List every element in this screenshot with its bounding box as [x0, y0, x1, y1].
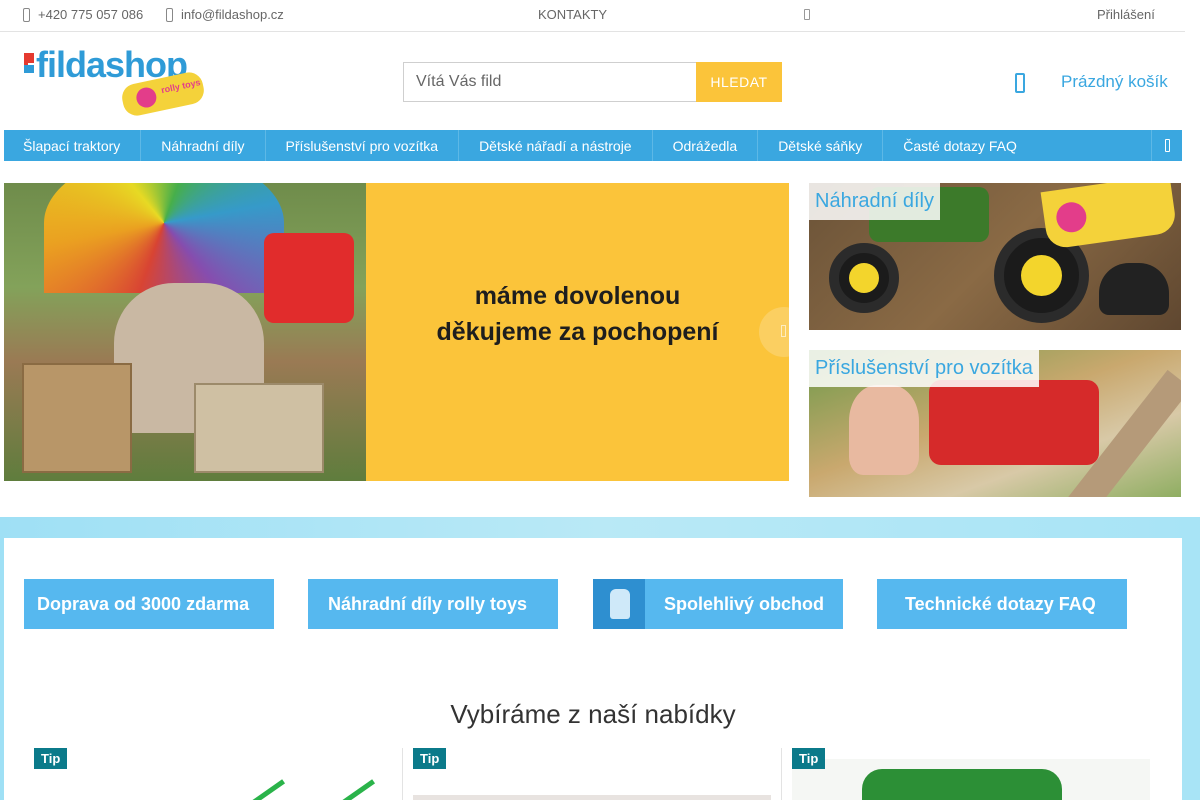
benefit-faq[interactable]: Technické dotazy FAQ — [877, 579, 1127, 629]
phone-icon — [23, 7, 30, 22]
product-card[interactable]: Tip — [402, 748, 781, 800]
product-card[interactable]: Tip — [781, 748, 1160, 800]
tip-badge: Tip — [792, 748, 826, 769]
envelope-icon — [166, 7, 173, 22]
nav-item-nahradni-dily[interactable]: Náhradní díly — [141, 130, 266, 161]
benefit-spare-parts[interactable]: Náhradní díly rolly toys — [308, 579, 558, 629]
side-banner-label[interactable]: Příslušenství pro vozítka — [809, 350, 1039, 387]
nav-item-detske-naradi[interactable]: Dětské nářadí a nástroje — [459, 130, 653, 161]
contacts-link[interactable]: KONTAKTY — [538, 7, 607, 22]
benefit-free-shipping[interactable]: Doprava od 3000 zdarma — [24, 579, 274, 629]
search-icon — [1164, 139, 1170, 152]
site-logo[interactable]: fildashop rolly toys — [24, 44, 209, 119]
main-navigation: Šlapací traktory Náhradní díly Příslušen… — [4, 130, 1182, 161]
search-input[interactable] — [403, 62, 697, 102]
email-address[interactable]: info@fildashop.cz — [181, 7, 284, 22]
thumbs-up-icon — [593, 579, 645, 629]
benefits-section: Doprava od 3000 zdarma Náhradní díly rol… — [0, 517, 1200, 800]
product-image[interactable] — [214, 776, 376, 800]
globe-icon[interactable] — [804, 9, 810, 20]
product-image[interactable] — [413, 795, 771, 800]
chevron-right-icon — [781, 325, 786, 337]
hero-message: máme dovolenou děkujeme za pochopení — [366, 278, 789, 350]
nav-item-odrazedla[interactable]: Odrážedla — [653, 130, 759, 161]
tip-badge: Tip — [413, 748, 447, 769]
nav-item-faq[interactable]: Časté dotazy FAQ — [883, 130, 1037, 161]
slider-next-button[interactable] — [759, 307, 809, 357]
email-contact[interactable]: info@fildashop.cz — [166, 7, 284, 22]
nav-search-toggle[interactable] — [1151, 130, 1182, 161]
product-card[interactable]: Tip — [24, 748, 402, 800]
phone-contact[interactable]: +420 775 057 086 — [23, 7, 143, 22]
offer-title: Vybíráme z naší nabídky — [450, 699, 736, 729]
side-banner-spare-parts[interactable]: Náhradní díly — [809, 183, 1181, 330]
login-link[interactable]: Přihlášení — [1097, 7, 1155, 22]
side-banner-label[interactable]: Náhradní díly — [809, 183, 940, 220]
benefit-reliable-shop[interactable]: Spolehlivý obchod — [593, 579, 843, 629]
nav-item-prislusenstvi[interactable]: Příslušenství pro vozítka — [266, 130, 460, 161]
hero-banner[interactable]: máme dovolenou děkujeme za pochopení — [4, 183, 789, 481]
tip-badge: Tip — [34, 748, 68, 769]
nav-item-slapaci-traktory[interactable]: Šlapací traktory — [4, 130, 142, 161]
phone-number[interactable]: +420 775 057 086 — [38, 7, 143, 22]
cart-icon[interactable] — [1015, 73, 1025, 93]
hero-line-1: máme dovolenou — [474, 282, 681, 310]
top-bar: +420 775 057 086 info@fildashop.cz KONTA… — [0, 0, 1185, 32]
hero-photo — [4, 183, 366, 481]
nav-item-detske-sanky[interactable]: Dětské sáňky — [758, 130, 884, 161]
search-button[interactable]: HLEDAT — [696, 62, 782, 102]
side-banner-accessories[interactable]: Příslušenství pro vozítka — [809, 350, 1181, 497]
product-image[interactable] — [792, 759, 1150, 800]
hero-line-2: děkujeme za pochopení — [436, 318, 719, 346]
cart-status[interactable]: Prázdný košík — [1061, 72, 1168, 92]
